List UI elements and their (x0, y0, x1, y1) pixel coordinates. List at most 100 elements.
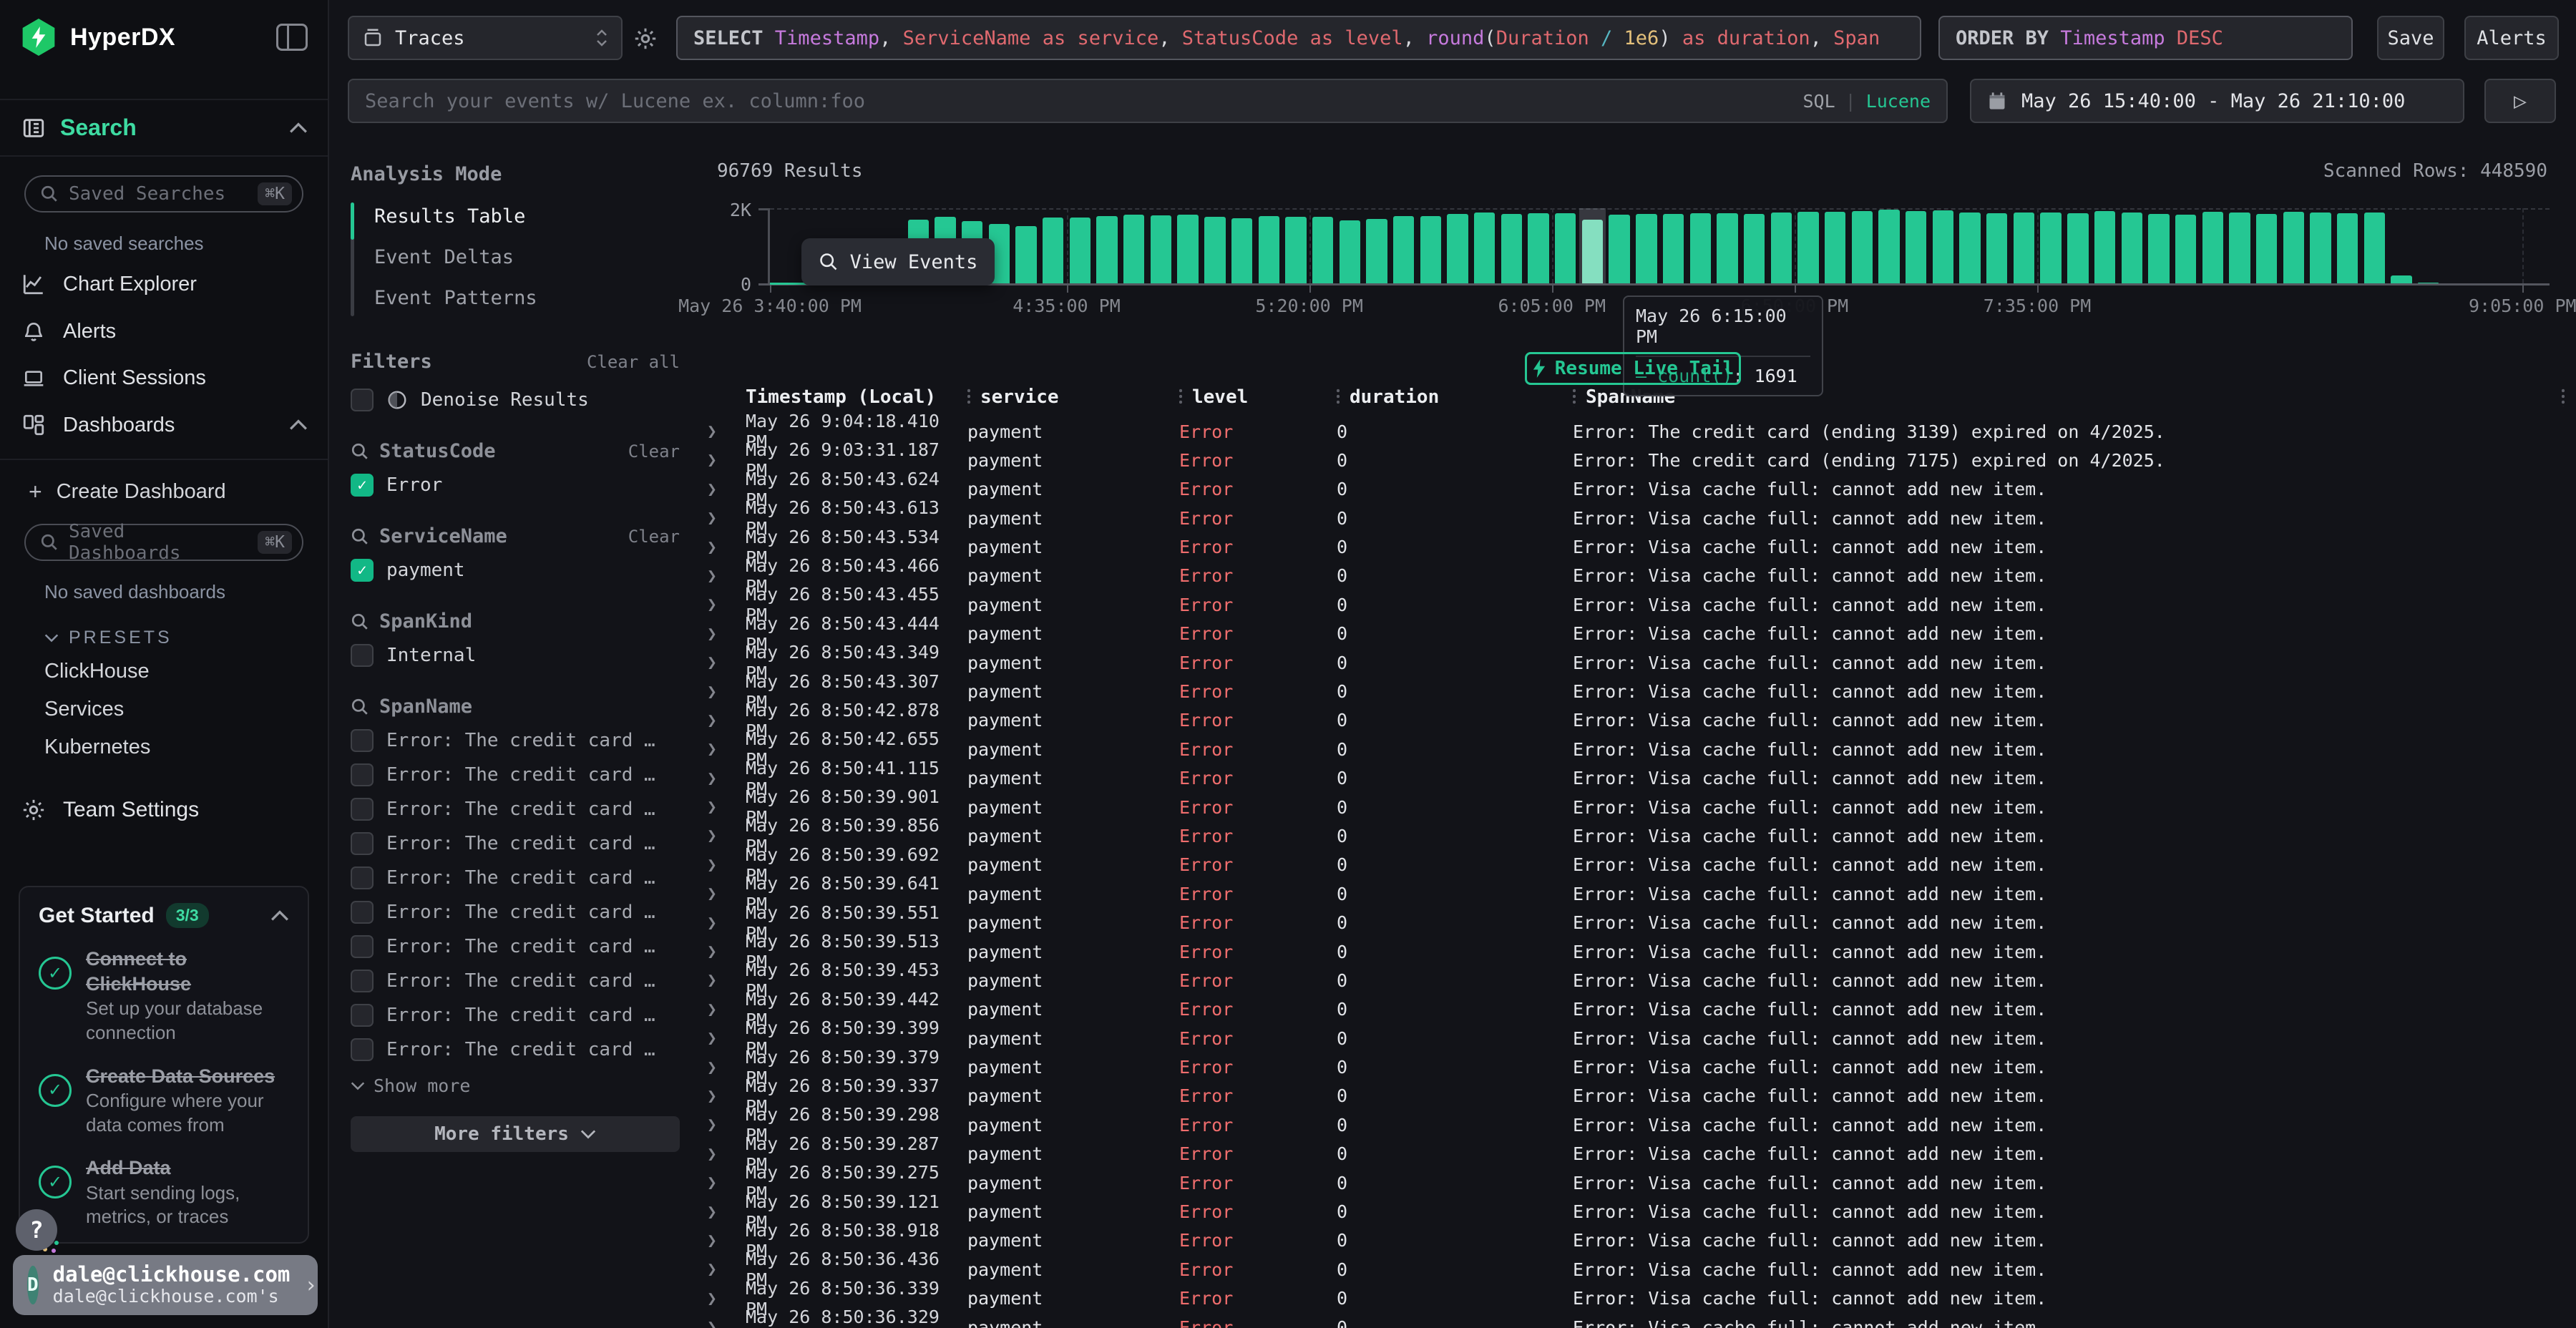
mode-results-table[interactable]: Results Table (374, 205, 537, 228)
chart-bar[interactable] (1013, 208, 1040, 283)
table-row[interactable]: ❯May 26 8:50:36.329 PMpaymentError0Error… (701, 1307, 2576, 1328)
chart-bar[interactable] (1390, 208, 1418, 283)
filter-option[interactable]: Error: The credit card … (351, 970, 680, 992)
chart-bar[interactable] (2334, 208, 2361, 283)
filter-option[interactable]: Error: The credit card … (351, 866, 680, 889)
filter-option[interactable]: ✓Error (351, 474, 680, 497)
checkbox[interactable] (351, 798, 374, 821)
filter-option[interactable]: ✓payment (351, 559, 680, 582)
chart-bar[interactable] (1336, 208, 1363, 283)
chart-bar[interactable] (1201, 208, 1229, 283)
chart-bar[interactable] (1875, 208, 1903, 283)
save-button[interactable]: Save (2377, 16, 2444, 60)
table-row[interactable]: ❯May 26 8:50:42.878 PMpaymentError0Error… (701, 700, 2576, 728)
row-expand-chevron-icon[interactable]: ❯ (701, 1260, 727, 1279)
chevron-up-icon[interactable] (289, 419, 308, 431)
table-row[interactable]: ❯May 26 8:50:39.551 PMpaymentError0Error… (701, 902, 2576, 931)
col-duration[interactable]: duration (1350, 386, 1439, 408)
sql-mode-toggle[interactable]: SQL (1802, 91, 1835, 112)
row-expand-chevron-icon[interactable]: ❯ (701, 1289, 727, 1308)
sidebar-item-search[interactable]: Search (0, 99, 328, 157)
saved-searches-input[interactable]: Saved Searches ⌘K (24, 175, 303, 213)
chart-bar[interactable] (1714, 208, 1741, 283)
row-expand-chevron-icon[interactable]: ❯ (701, 480, 727, 499)
filter-option[interactable]: Error: The credit card … (351, 798, 680, 821)
row-expand-chevron-icon[interactable]: ❯ (701, 1203, 727, 1221)
chart-bar[interactable] (2469, 208, 2496, 283)
row-expand-chevron-icon[interactable]: ❯ (701, 653, 727, 672)
preset-clickhouse[interactable]: ClickHouse (0, 653, 328, 690)
table-row[interactable]: ❯May 26 9:04:18.410 PMpaymentError0Error… (701, 411, 2576, 439)
mode-event-patterns[interactable]: Event Patterns (374, 287, 537, 309)
mode-event-deltas[interactable]: Event Deltas (374, 246, 537, 268)
chart-bar[interactable] (1255, 208, 1282, 283)
row-expand-chevron-icon[interactable]: ❯ (701, 1145, 727, 1163)
row-expand-chevron-icon[interactable]: ❯ (701, 914, 727, 932)
row-expand-chevron-icon[interactable]: ❯ (701, 1231, 727, 1250)
chart-bar[interactable] (1148, 208, 1175, 283)
checkbox[interactable] (351, 832, 374, 855)
row-expand-chevron-icon[interactable]: ❯ (701, 1087, 727, 1105)
alerts-button[interactable]: Alerts (2464, 16, 2559, 60)
filter-option[interactable]: Error: The credit card … (351, 763, 680, 786)
chart-bar[interactable] (2442, 208, 2469, 283)
chart-bar[interactable] (1418, 208, 1445, 283)
more-filters-button[interactable]: More filters (351, 1116, 680, 1152)
col-level[interactable]: level (1192, 386, 1248, 408)
chart-bar[interactable] (2415, 208, 2442, 283)
query-settings-gear-icon[interactable] (633, 26, 658, 52)
denoise-results-checkbox[interactable]: Denoise Results (351, 389, 680, 411)
resume-live-tail-button[interactable]: Resume Live Tail (1525, 352, 1741, 385)
team-settings-button[interactable]: Team Settings (0, 766, 328, 822)
sql-select-input[interactable]: SELECT Timestamp, ServiceName as service… (676, 16, 1921, 60)
table-row[interactable]: ❯May 26 8:50:39.692 PMpaymentError0Error… (701, 844, 2576, 873)
checkbox[interactable] (351, 729, 374, 752)
row-expand-chevron-icon[interactable]: ❯ (701, 1318, 727, 1328)
preset-services[interactable]: Services (0, 690, 328, 728)
show-more-link[interactable]: Show more (351, 1075, 680, 1096)
row-expand-chevron-icon[interactable]: ❯ (701, 451, 727, 469)
chart-bar[interactable] (1956, 208, 1984, 283)
filter-option[interactable]: Error: The credit card … (351, 832, 680, 855)
row-expand-chevron-icon[interactable]: ❯ (701, 595, 727, 614)
chart-bar[interactable] (1309, 208, 1337, 283)
table-row[interactable]: ❯May 26 8:50:43.534 PMpaymentError0Error… (701, 527, 2576, 555)
checkbox[interactable] (351, 866, 374, 889)
row-expand-chevron-icon[interactable]: ❯ (701, 1000, 727, 1019)
saved-dashboards-input[interactable]: Saved Dashboards ⌘K (24, 524, 303, 561)
row-expand-chevron-icon[interactable]: ❯ (701, 509, 727, 527)
checkbox[interactable] (351, 935, 374, 958)
get-started-item[interactable]: ✓Add DataStart sending logs, metrics, or… (39, 1156, 289, 1229)
row-expand-chevron-icon[interactable]: ❯ (701, 567, 727, 585)
table-row[interactable]: ❯May 26 8:50:39.453 PMpaymentError0Error… (701, 960, 2576, 988)
chart-bar[interactable] (1282, 208, 1309, 283)
chart-bar[interactable] (2118, 208, 2145, 283)
chart-bar[interactable] (1444, 208, 1471, 283)
row-expand-chevron-icon[interactable]: ❯ (701, 625, 727, 643)
table-row[interactable]: ❯May 26 8:50:43.624 PMpaymentError0Error… (701, 469, 2576, 497)
chart-bar[interactable] (1741, 208, 1768, 283)
chart-bar[interactable] (1660, 208, 1687, 283)
presets-toggle[interactable]: PRESETS (0, 609, 328, 653)
chart-bar[interactable] (1930, 208, 1957, 283)
table-row[interactable]: ❯May 26 8:50:42.655 PMpaymentError0Error… (701, 728, 2576, 757)
chart-bar[interactable] (2037, 208, 2064, 283)
row-expand-chevron-icon[interactable]: ❯ (701, 422, 727, 441)
table-row[interactable]: ❯May 26 8:50:43.349 PMpaymentError0Error… (701, 642, 2576, 670)
chart-bar[interactable] (1767, 208, 1795, 283)
chart-bar[interactable] (2064, 208, 2092, 283)
filter-option[interactable]: Internal (351, 644, 680, 667)
clear-filter-link[interactable]: Clear (628, 441, 680, 462)
chart-bar[interactable] (1498, 208, 1526, 283)
table-row[interactable]: ❯May 26 8:50:38.918 PMpaymentError0Error… (701, 1220, 2576, 1249)
table-row[interactable]: ❯May 26 8:50:36.436 PMpaymentError0Error… (701, 1249, 2576, 1277)
row-expand-chevron-icon[interactable]: ❯ (701, 942, 727, 961)
checkbox[interactable] (351, 644, 374, 667)
row-expand-chevron-icon[interactable]: ❯ (701, 1173, 727, 1192)
search-icon[interactable] (351, 612, 369, 631)
table-row[interactable]: ❯May 26 8:50:43.613 PMpaymentError0Error… (701, 497, 2576, 526)
event-search-input[interactable]: Search your events w/ Lucene ex. column:… (348, 79, 1948, 123)
checkbox[interactable] (351, 901, 374, 924)
chart-bar[interactable] (2145, 208, 2172, 283)
chart-bar[interactable] (1525, 208, 1552, 283)
